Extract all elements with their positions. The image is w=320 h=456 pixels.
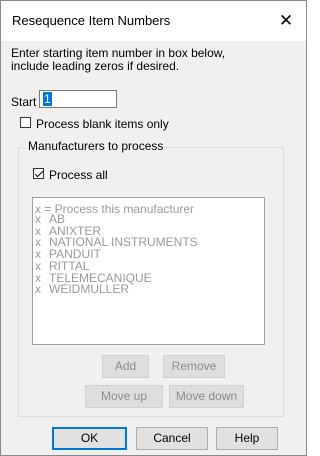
title-bar: Resequence Item Numbers ✕ (1, 1, 306, 41)
list-item-name: WEIDMULLER (49, 282, 130, 297)
close-icon[interactable]: ✕ (266, 1, 306, 41)
manufacturers-group-label: Manufacturers to process (25, 139, 167, 153)
process-all-checkbox[interactable] (33, 168, 44, 179)
process-blank-checkbox[interactable] (20, 117, 31, 128)
start-label: Start (11, 95, 37, 109)
process-all-label[interactable]: Process all (49, 168, 108, 182)
cancel-button[interactable]: Cancel (136, 427, 208, 450)
ok-button[interactable]: OK (52, 427, 127, 450)
start-number-input[interactable]: 1 (39, 90, 117, 108)
move-up-button[interactable]: Move up (85, 385, 163, 408)
dialog-title: Resequence Item Numbers (12, 13, 171, 28)
instructions-line-2: include leading zeros if desired. (11, 59, 180, 73)
add-button[interactable]: Add (102, 355, 149, 378)
manufacturers-listbox[interactable]: x = Process this manufacturer x AB x ANIXT… (32, 197, 265, 345)
dialog-window: Resequence Item Numbers ✕ Enter starting… (0, 0, 307, 456)
instructions-text: Enter starting item number in box below,… (11, 47, 291, 73)
start-number-value: 1 (43, 92, 52, 106)
move-down-button[interactable]: Move down (169, 385, 244, 408)
list-item-mark: x (35, 282, 41, 297)
process-blank-label[interactable]: Process blank items only (36, 117, 169, 131)
remove-button[interactable]: Remove (163, 355, 225, 378)
list-item-weidmuller[interactable]: x WEIDMULLER (35, 282, 198, 297)
help-button[interactable]: Help (216, 427, 278, 450)
